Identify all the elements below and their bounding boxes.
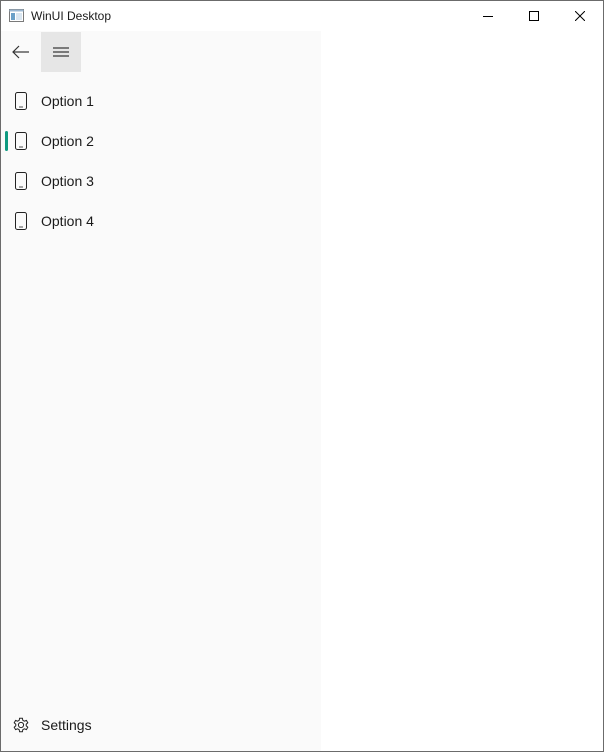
app-window: WinUI Desktop Option 1 Option 2 Option 3… <box>0 0 604 752</box>
nav-item-label: Option 1 <box>41 93 94 109</box>
phone-icon <box>15 212 27 230</box>
nav-item-option-4[interactable]: Option 4 <box>1 201 321 241</box>
hamburger-icon <box>53 47 69 57</box>
minimize-icon <box>483 16 493 17</box>
settings-label: Settings <box>41 717 92 733</box>
maximize-icon <box>529 11 539 21</box>
back-arrow-icon <box>12 45 29 59</box>
app-icon <box>9 9 24 22</box>
nav-item-option-1[interactable]: Option 1 <box>1 81 321 121</box>
nav-item-option-3[interactable]: Option 3 <box>1 161 321 201</box>
close-icon <box>575 11 585 21</box>
nav-item-settings[interactable]: Settings <box>1 705 321 745</box>
phone-icon <box>15 172 27 190</box>
content-area <box>321 31 603 751</box>
window-title: WinUI Desktop <box>31 9 112 23</box>
hamburger-menu-button[interactable] <box>41 32 81 72</box>
nav-item-label: Option 2 <box>41 133 94 149</box>
nav-item-option-2[interactable]: Option 2 <box>1 121 321 161</box>
selection-indicator <box>5 131 8 151</box>
phone-icon <box>15 92 27 110</box>
maximize-button[interactable] <box>511 1 557 31</box>
nav-item-label: Option 3 <box>41 173 94 189</box>
nav-item-label: Option 4 <box>41 213 94 229</box>
back-button[interactable] <box>1 32 41 72</box>
navigation-pane: Option 1 Option 2 Option 3 Option 4 Sett… <box>1 31 321 751</box>
phone-icon <box>15 132 27 150</box>
close-button[interactable] <box>557 1 603 31</box>
title-bar[interactable]: WinUI Desktop <box>1 1 603 31</box>
minimize-button[interactable] <box>465 1 511 31</box>
gear-icon <box>13 717 29 733</box>
